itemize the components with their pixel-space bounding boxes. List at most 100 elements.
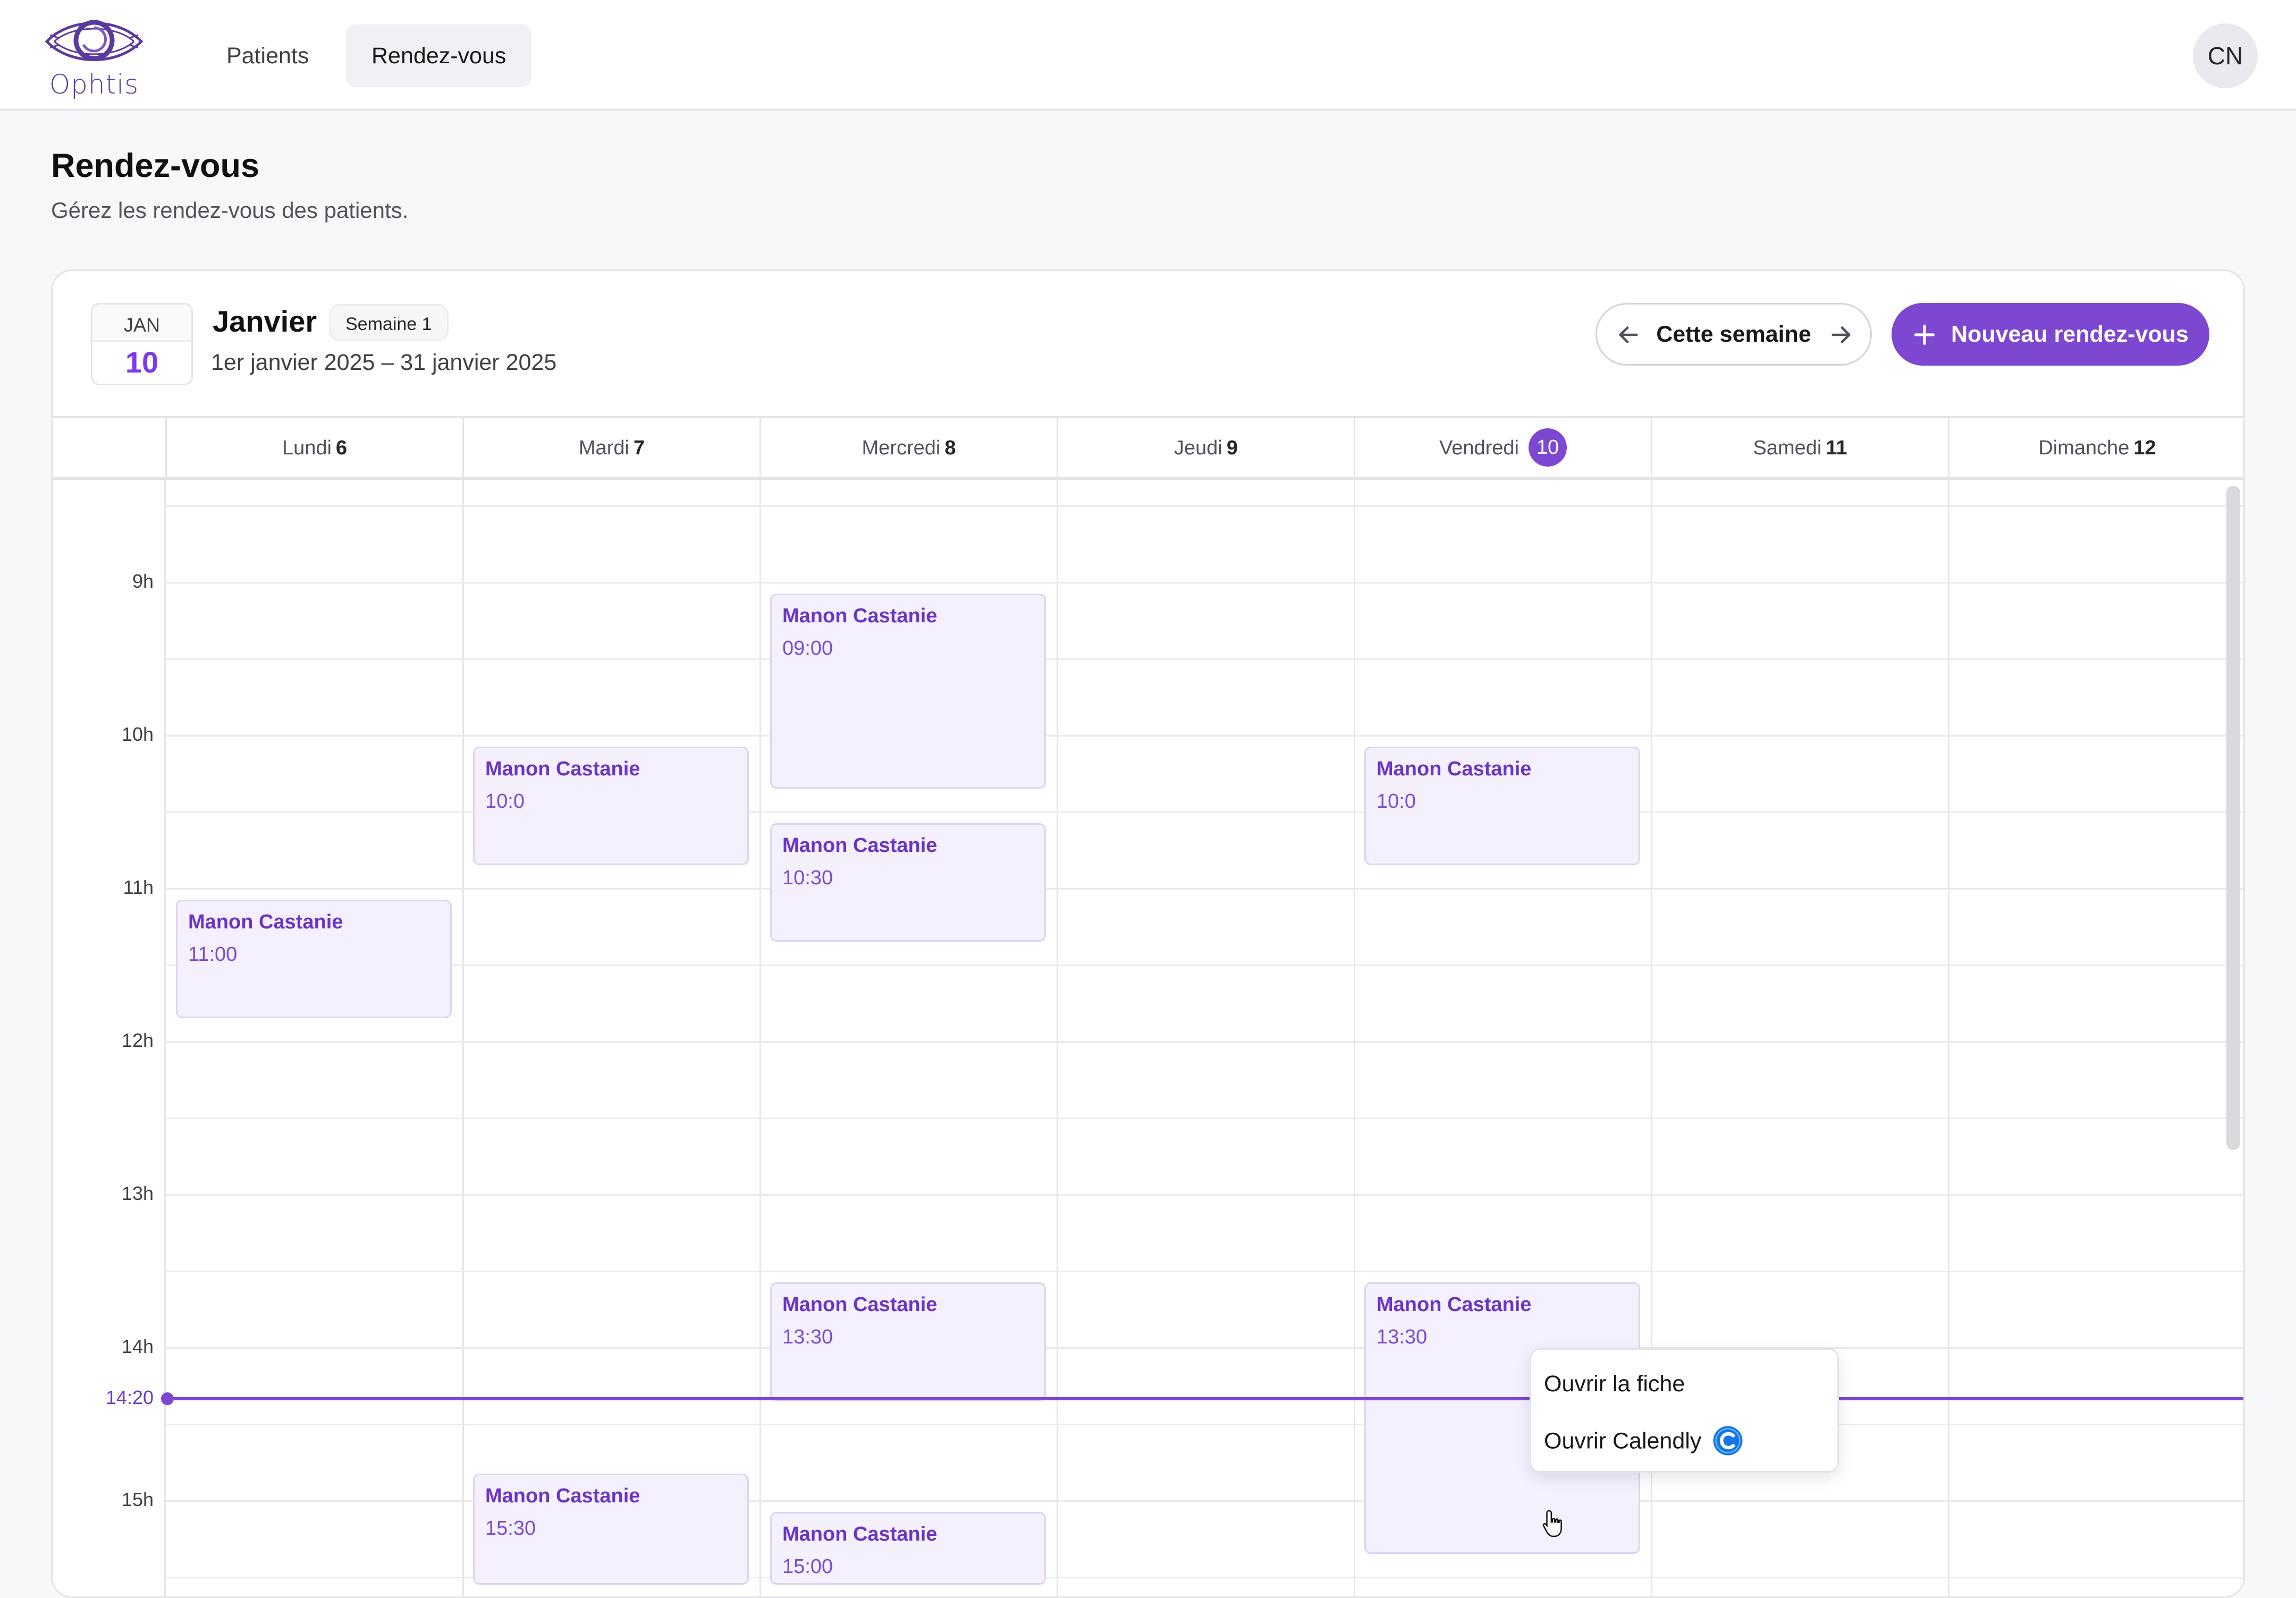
grid-row-line xyxy=(165,1041,2243,1043)
day-number: 9 xyxy=(1226,437,1238,459)
calendar-card: JAN 10 Janvier Semaine 1 1er janvier 202… xyxy=(51,269,2245,1598)
day-name: Vendredi xyxy=(1439,437,1519,459)
open-record-item[interactable]: Ouvrir la fiche xyxy=(1544,1371,1685,1397)
brand-logo[interactable]: Ophtis xyxy=(44,14,145,102)
hour-label: 15h xyxy=(121,1489,154,1510)
grid-row-line xyxy=(165,1347,2243,1349)
day-name: Lundi xyxy=(282,437,332,459)
open-calendly-item[interactable]: Ouvrir Calendly xyxy=(1544,1426,1744,1457)
day-header-samedi[interactable]: Samedi 11 xyxy=(1651,418,1948,478)
appointment-patient-name: Manon Castanie xyxy=(485,758,640,780)
day-header-dimanche[interactable]: Dimanche 12 xyxy=(1948,418,2243,478)
today-number-badge: 10 xyxy=(1529,428,1567,467)
day-name: Samedi xyxy=(1753,437,1822,459)
appointment-card[interactable]: Manon Castanie 13:30 xyxy=(770,1282,1046,1401)
appointment-time: 10:30 xyxy=(782,867,833,889)
appointment-time: 15:00 xyxy=(782,1555,833,1578)
date-badge: JAN 10 xyxy=(91,303,193,385)
appointment-patient-name: Manon Castanie xyxy=(1377,758,1532,780)
calendly-icon xyxy=(1713,1426,1743,1456)
appointment-card[interactable]: Manon Castanie 15:00 xyxy=(770,1512,1046,1585)
grid-column-line xyxy=(759,480,761,1596)
appointment-patient-name: Manon Castanie xyxy=(1377,1293,1532,1316)
day-header-lundi[interactable]: Lundi 6 xyxy=(165,418,462,478)
appointment-patient-name: Manon Castanie xyxy=(782,1523,938,1545)
top-nav: Ophtis Patients Rendez-vous CN xyxy=(0,0,2296,111)
appointment-patient-name: Manon Castanie xyxy=(782,834,938,857)
week-badge: Semaine 1 xyxy=(329,304,449,341)
grid-column-line xyxy=(1354,480,1355,1596)
day-header-vendredi[interactable]: Vendredi 10 xyxy=(1354,418,1651,478)
grid-column-line xyxy=(1057,480,1058,1596)
day-number: 8 xyxy=(944,437,956,459)
nav-link-patients[interactable]: Patients xyxy=(201,24,334,87)
vertical-scrollbar[interactable] xyxy=(2226,486,2240,1150)
hour-label: 14h xyxy=(121,1335,154,1357)
appointment-card[interactable]: Manon Castanie 10:0 xyxy=(473,747,749,866)
appointment-patient-name: Manon Castanie xyxy=(188,911,343,933)
current-time-line xyxy=(167,1397,2243,1400)
appointment-card[interactable]: Manon Castanie 11:00 xyxy=(176,900,452,1019)
user-avatar[interactable]: CN xyxy=(2193,23,2258,88)
appointment-time: 10:0 xyxy=(1377,790,1416,813)
appointment-patient-name: Manon Castanie xyxy=(485,1485,640,1507)
day-header-mardi[interactable]: Mardi 7 xyxy=(462,418,759,478)
grid-row-line xyxy=(165,1271,2243,1272)
appointment-card[interactable]: Manon Castanie 10:30 xyxy=(770,823,1046,942)
appointment-card[interactable]: Manon Castanie 10:0 xyxy=(1364,747,1640,866)
hour-label: 11h xyxy=(123,876,154,898)
day-number: 11 xyxy=(1826,437,1847,459)
day-name: Dimanche xyxy=(2038,437,2130,459)
grid-column-line xyxy=(1948,480,1949,1596)
month-title: Janvier xyxy=(213,305,317,338)
page-title: Rendez-vous xyxy=(51,147,260,184)
open-calendly-label: Ouvrir Calendly xyxy=(1544,1428,1702,1454)
hour-label: 9h xyxy=(132,570,154,592)
grid-row-line xyxy=(165,888,2243,890)
appointment-time: 13:30 xyxy=(1377,1326,1428,1348)
appointment-time: 09:00 xyxy=(782,637,833,660)
day-number: 7 xyxy=(633,437,645,459)
brand-name: Ophtis xyxy=(49,69,139,100)
day-name: Mardi xyxy=(578,437,629,459)
date-range: 1er janvier 2025 – 31 janvier 2025 xyxy=(211,350,557,375)
appointment-time: 11:00 xyxy=(188,943,238,966)
grid-row-line xyxy=(165,658,2243,660)
day-name: Mercredi xyxy=(862,437,941,459)
appointment-card[interactable]: Manon Castanie 15:30 xyxy=(473,1474,749,1585)
grid-row-line xyxy=(165,1118,2243,1119)
appointment-time: 13:30 xyxy=(782,1326,833,1348)
day-header-mercredi[interactable]: Mercredi 8 xyxy=(759,418,1057,478)
day-header-row: Lundi 6 Mardi 7 Mercredi 8 Jeudi 9 Vendredi 10 Sam… xyxy=(53,416,2243,480)
new-appointment-button[interactable]: Nouveau rendez-vous xyxy=(1892,303,2209,366)
week-navigator: Cette semaine xyxy=(1596,303,1872,366)
hour-label: 10h xyxy=(121,723,154,745)
current-time-label: 14:20 xyxy=(105,1386,154,1408)
date-badge-day: 10 xyxy=(125,345,159,379)
grid-row-line xyxy=(165,965,2243,966)
grid-column-line xyxy=(462,480,464,1596)
appointment-context-menu: Ouvrir la fiche Ouvrir Calendly xyxy=(1530,1348,1839,1473)
appointment-patient-name: Manon Castanie xyxy=(782,1293,938,1316)
grid-row-line xyxy=(165,1424,2243,1425)
hand-cursor-icon xyxy=(1542,1510,1562,1537)
grid-row-line xyxy=(165,582,2243,584)
day-number: 12 xyxy=(2133,437,2156,459)
appointment-time: 15:30 xyxy=(485,1517,536,1540)
hour-label: 12h xyxy=(121,1029,154,1051)
appointment-time: 10:0 xyxy=(485,790,525,813)
date-badge-month: JAN xyxy=(92,305,191,342)
appointment-patient-name: Manon Castanie xyxy=(782,605,938,627)
grid-row-line xyxy=(165,505,2243,507)
day-name: Jeudi xyxy=(1174,437,1222,459)
grid-row-line xyxy=(165,1194,2243,1196)
hour-label: 13h xyxy=(121,1182,154,1204)
appointment-card[interactable]: Manon Castanie 09:00 xyxy=(770,594,1046,789)
nav-link-rendez-vous[interactable]: Rendez-vous xyxy=(346,24,532,87)
plus-icon xyxy=(1914,324,1935,345)
page-subtitle: Gérez les rendez-vous des patients. xyxy=(51,198,409,223)
day-header-jeudi[interactable]: Jeudi 9 xyxy=(1057,418,1354,478)
grid-column-line xyxy=(164,480,166,1596)
arrow-right-icon[interactable] xyxy=(1829,323,1853,347)
new-appointment-label: Nouveau rendez-vous xyxy=(1951,322,2189,347)
